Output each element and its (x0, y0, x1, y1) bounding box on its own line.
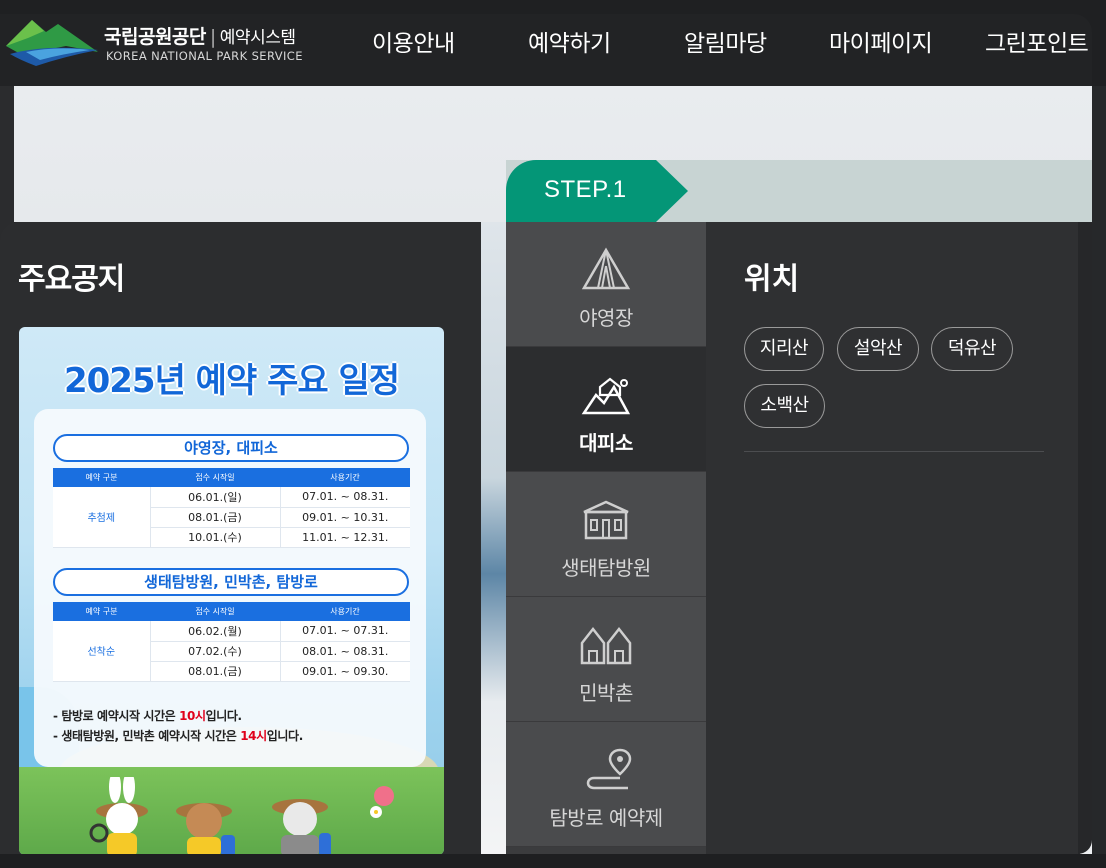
location-chip-seoraksan[interactable]: 설악산 (837, 327, 919, 371)
rabbit-character-icon (89, 777, 148, 855)
main-nav: 이용안내 예약하기 알림마당 마이페이지 그린포인트 (0, 24, 1106, 58)
poster-note-2: - 생태탐방원, 민박촌 예약시작 시간은 14시입니다. (53, 729, 303, 743)
poster-title: 2025년 예약 주요 일정 (63, 361, 400, 401)
table-cell: 08.01.(금) (149, 661, 280, 682)
location-panel (706, 222, 1080, 854)
nav-mypage[interactable]: 마이페이지 (829, 24, 933, 58)
poster-note-1: - 탐방로 예약시작 시간은 10시입니다. (53, 709, 242, 723)
category-label: 대피소 (579, 431, 633, 455)
flower-icon (370, 786, 394, 818)
table-header: 예약 구분 (53, 602, 150, 621)
category-label: 생태탐방원 (561, 556, 651, 580)
table-row: 선착순 06.02.(월) 07.01. ~ 07.31. (53, 621, 410, 682)
notice-title: 주요공지 (18, 262, 125, 297)
section1-heading: 야영장, 대피소 (53, 434, 409, 462)
location-chip-sobaeksan[interactable]: 소백산 (744, 384, 825, 428)
nav-reserve[interactable]: 예약하기 (528, 24, 611, 58)
table-header: 사용기간 (280, 602, 410, 621)
shelter-icon (581, 377, 631, 415)
village-icon (580, 626, 632, 665)
nav-guide[interactable]: 이용안내 (372, 24, 455, 58)
notice-poster[interactable]: 2025년 예약 주요 일정 야영장, 대피소 예약 구분 접수 시작일 사용기… (19, 327, 444, 855)
location-chip-deogyusan[interactable]: 덕유산 (931, 327, 1013, 371)
category-label: 민박촌 (579, 681, 633, 705)
category-campsite[interactable]: 야영장 (506, 222, 706, 347)
table-cell: 09.01. ~ 09.30. (279, 661, 410, 682)
table-cell: 07.02.(수) (149, 641, 280, 662)
table-cell: 06.01.(일) (149, 487, 280, 508)
table-header: 접수 시작일 (150, 468, 280, 487)
section1-table: 예약 구분 접수 시작일 사용기간 추첨제 06.01.(일) 07.01. ~… (53, 468, 410, 548)
trail-pin-icon (586, 748, 632, 790)
table-cell: 11.01. ~ 12.31. (279, 527, 410, 548)
table-header: 사용기간 (280, 468, 410, 487)
bear-character-icon (176, 803, 235, 855)
category-eco-center[interactable]: 생태탐방원 (506, 472, 706, 597)
category-trail[interactable]: 탐방로 예약제 (506, 722, 706, 847)
right-edge (1092, 86, 1106, 868)
table-cell: 07.01. ~ 07.31. (279, 621, 410, 642)
nav-greenpoint[interactable]: 그린포인트 (985, 24, 1089, 58)
table-cell: 08.01. ~ 08.31. (279, 641, 410, 662)
category-label: 탐방로 예약제 (549, 806, 663, 830)
table-cell: 07.01. ~ 08.31. (279, 487, 410, 508)
location-chip-jirisan[interactable]: 지리산 (744, 327, 824, 371)
category-shelter[interactable]: 대피소 (506, 347, 706, 472)
table-header: 접수 시작일 (150, 602, 280, 621)
category-village[interactable]: 민박촌 (506, 597, 706, 722)
step-label: STEP.1 (544, 176, 627, 203)
table-cell: 09.01. ~ 10.31. (279, 507, 410, 528)
bottom-strip (0, 854, 1106, 868)
table-header: 예약 구분 (53, 468, 150, 487)
location-divider (744, 451, 1044, 452)
table-cell: 선착순 (53, 621, 150, 682)
table-cell: 추첨제 (53, 487, 150, 548)
cat-character-icon (272, 799, 331, 855)
tent-icon (581, 247, 631, 290)
table-cell: 10.01.(수) (149, 527, 280, 548)
category-label: 야영장 (579, 306, 633, 330)
table-row: 추첨제 06.01.(일) 07.01. ~ 08.31. (53, 487, 410, 548)
location-title: 위치 (744, 262, 800, 297)
nav-notice[interactable]: 알림마당 (684, 24, 767, 58)
eco-center-icon (583, 500, 629, 540)
table-cell: 06.02.(월) (149, 621, 280, 642)
location-panel-edge (1078, 222, 1092, 854)
table-cell: 08.01.(금) (149, 507, 280, 528)
section2-table: 예약 구분 접수 시작일 사용기간 선착순 06.02.(월) 07.01. ~… (53, 602, 410, 682)
section2-heading: 생태탐방원, 민박촌, 탐방로 (53, 568, 409, 596)
